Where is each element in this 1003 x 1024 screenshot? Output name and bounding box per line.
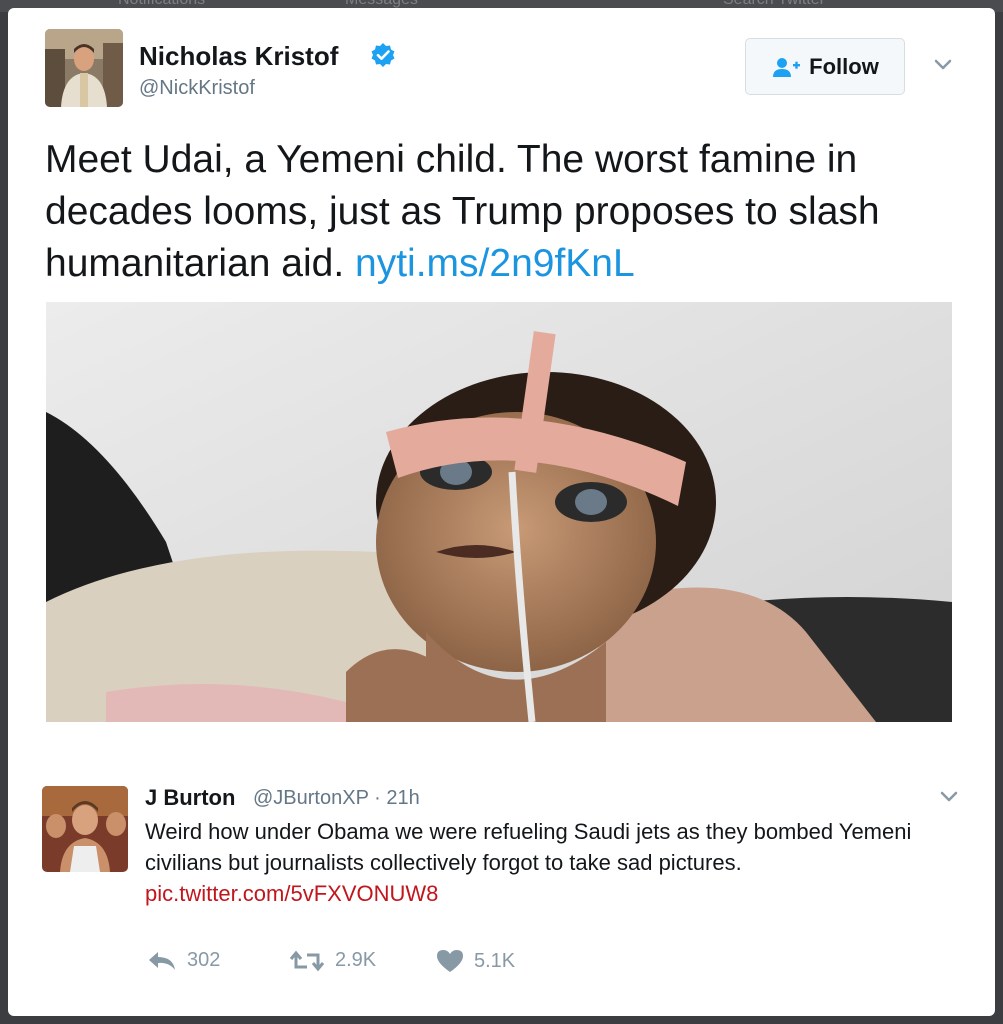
heart-icon [437,950,463,972]
add-user-icon [773,57,801,77]
author-name[interactable]: Nicholas Kristof [139,41,338,72]
reply-author-handle[interactable]: @JBurtonXP · 21h [253,787,420,810]
tweet-link[interactable]: nyti.ms/2n9fKnL [355,242,635,285]
follow-label: Follow [809,53,879,79]
author-avatar[interactable] [45,29,123,107]
tweet-modal: Nicholas Kristof @NickKristof Follow Mee… [8,8,995,1016]
reply-chevron-down-icon[interactable] [939,790,959,804]
verified-badge-icon [371,43,395,67]
tweet-text: Meet Udai, a Yemeni child. The worst fam… [45,134,965,290]
reply-link[interactable]: pic.twitter.com/5vFXVONUW8 [145,878,945,909]
follow-button[interactable]: Follow [745,38,905,95]
reply-count: 302 [187,949,221,971]
chevron-down-icon[interactable] [933,58,953,72]
retweet-count: 2.9K [335,949,377,971]
reply-action[interactable]: 302 [147,949,220,972]
like-count: 5.1K [474,949,516,972]
reply-icon [149,951,175,970]
reply-body: Weird how under Obama we were refueling … [145,819,912,875]
reply-text: Weird how under Obama we were refueling … [145,816,945,909]
author-handle[interactable]: @NickKristof [139,77,255,100]
retweet-icon [289,950,325,971]
retweet-action[interactable]: 2.9K [289,949,376,972]
tweet-photo[interactable] [46,302,952,722]
like-action[interactable]: 5.1K [436,949,515,973]
reply-avatar[interactable] [42,786,128,872]
reply-author-name[interactable]: J Burton [145,785,235,811]
